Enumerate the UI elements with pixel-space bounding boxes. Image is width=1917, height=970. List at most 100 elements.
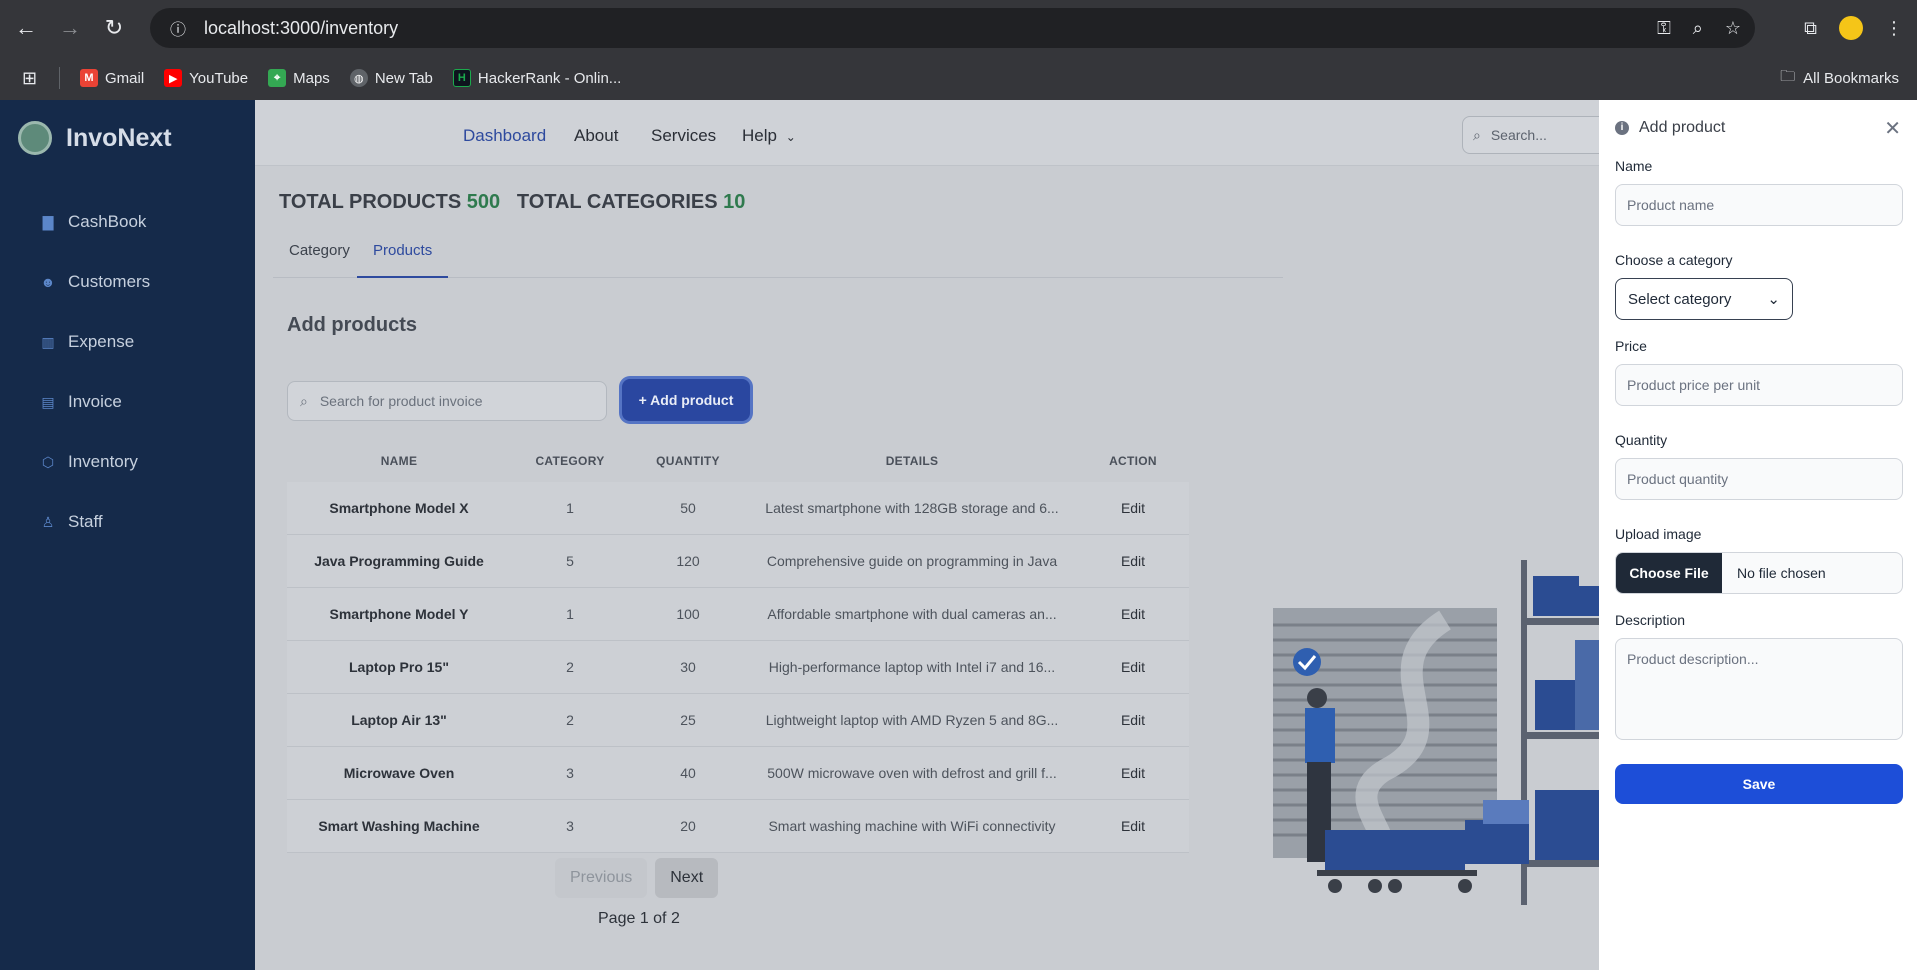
top-search-input[interactable]: ⌕ Search... — [1462, 116, 1622, 154]
product-search-input[interactable]: ⌕ Search for product invoice — [287, 381, 607, 421]
sidebar-item-customers[interactable]: ☻ Customers — [0, 252, 255, 312]
bookmark-label: HackerRank - Onlin... — [477, 69, 622, 87]
browser-toolbar: ← → ↻ ⓘ localhost:3000/inventory ⚿ ⌕ ☆ ⧉… — [0, 0, 1917, 56]
nav-dashboard[interactable]: Dashboard — [463, 126, 546, 146]
tab-category[interactable]: Category — [273, 236, 366, 278]
section-title: Add products — [287, 314, 417, 336]
reload-icon[interactable]: ↻ — [92, 6, 136, 50]
edit-button[interactable]: Edit — [1077, 818, 1189, 834]
quantity-label: Quantity — [1615, 432, 1668, 448]
cell-name: Laptop Air 13" — [351, 712, 447, 728]
password-key-icon[interactable]: ⚿ — [1657, 18, 1671, 39]
next-button[interactable]: Next — [655, 858, 719, 898]
site-info-icon[interactable]: ⓘ — [158, 16, 198, 40]
youtube-icon: ▶ — [164, 69, 183, 87]
save-button[interactable]: Save — [1615, 764, 1903, 804]
url-text[interactable]: localhost:3000/inventory — [204, 18, 398, 39]
bookmark-star-icon[interactable]: ☆ — [1725, 18, 1741, 39]
add-product-drawer: i Add product ✕ Name Product name Choose… — [1599, 100, 1917, 970]
forward-icon[interactable]: → — [48, 6, 92, 50]
edit-button[interactable]: Edit — [1077, 500, 1189, 516]
brand[interactable]: InvoNext — [0, 100, 255, 176]
tabs: Category Products — [273, 236, 1283, 278]
profile-avatar[interactable] — [1839, 16, 1863, 40]
edit-button[interactable]: Edit — [1077, 553, 1189, 569]
file-icon: ▤ — [41, 394, 55, 410]
chevron-down-icon: ⌄ — [1767, 291, 1780, 308]
add-product-button[interactable]: + Add product — [622, 379, 750, 421]
cell-details: Latest smartphone with 128GB storage and… — [765, 500, 1059, 516]
box-icon: ⬡ — [41, 454, 55, 470]
sidebar-item-label: Inventory — [68, 452, 138, 471]
upload-image-input[interactable]: Choose File No file chosen — [1615, 552, 1903, 594]
table-row: Smartphone Model Y 1 100 Affordable smar… — [287, 588, 1189, 641]
top-search-placeholder: Search... — [1490, 127, 1547, 143]
top-nav: Dashboard About Services Help ⌄ ⌕ Search… — [255, 100, 1622, 166]
choose-file-button[interactable]: Choose File — [1616, 553, 1722, 593]
extensions-icon[interactable]: ⧉ — [1804, 18, 1817, 39]
cell-quantity: 120 — [676, 553, 700, 569]
menu-kebab-icon[interactable]: ⋮ — [1885, 18, 1903, 39]
bookmark-hackerrank[interactable]: H HackerRank - Onlin... — [452, 69, 622, 87]
search-icon: ⌕ — [1473, 126, 1481, 143]
product-name-placeholder: Product name — [1627, 197, 1715, 213]
sidebar-item-invoice[interactable]: ▤ Invoice — [0, 372, 255, 432]
bookmark-label: Gmail — [105, 69, 145, 87]
edit-button[interactable]: Edit — [1077, 606, 1189, 622]
sidebar-item-label: CashBook — [68, 212, 147, 231]
cell-details: High-performance laptop with Intel i7 an… — [768, 659, 1056, 675]
totals: TOTAL PRODUCTS 500 TOTAL CATEGORIES 10 — [279, 191, 745, 214]
tab-products[interactable]: Products — [357, 236, 449, 278]
search-icon: ⌕ — [300, 392, 308, 409]
users-icon: ☻ — [40, 274, 56, 290]
close-icon[interactable]: ✕ — [1884, 116, 1901, 141]
address-bar[interactable]: ⓘ localhost:3000/inventory ⚿ ⌕ ☆ — [150, 8, 1755, 48]
bookmark-gmail[interactable]: M Gmail — [80, 69, 144, 87]
cell-category: 2 — [566, 659, 574, 675]
sidebar-item-cashbook[interactable]: ▇ CashBook — [0, 192, 255, 252]
cell-name: Smart Washing Machine — [318, 818, 480, 834]
sidebar-item-label: Customers — [68, 272, 151, 291]
info-icon: i — [1615, 121, 1629, 135]
sidebar-item-expense[interactable]: ▥ Expense — [0, 312, 255, 372]
quantity-input[interactable]: Product quantity — [1615, 458, 1903, 500]
cell-name: Smartphone Model Y — [329, 606, 469, 622]
price-input[interactable]: Product price per unit — [1615, 364, 1903, 406]
hackerrank-icon: H — [452, 69, 471, 87]
nav-about[interactable]: About — [574, 126, 618, 146]
cell-details: Affordable smartphone with dual cameras … — [767, 606, 1057, 622]
total-categories-label: TOTAL CATEGORIES — [516, 191, 718, 213]
table-row: Laptop Pro 15" 2 30 High-performance lap… — [287, 641, 1189, 694]
edit-button[interactable]: Edit — [1077, 765, 1189, 781]
warehouse-illustration — [1273, 560, 1599, 905]
cell-category: 3 — [566, 765, 574, 781]
gmail-icon: M — [80, 69, 98, 87]
edit-button[interactable]: Edit — [1077, 659, 1189, 675]
sidebar-item-staff[interactable]: ♙ Staff — [0, 492, 255, 552]
zoom-icon[interactable]: ⌕ — [1693, 18, 1703, 39]
page-info: Page 1 of 2 — [598, 910, 680, 927]
book-icon: ▇ — [42, 214, 54, 230]
quantity-placeholder: Product quantity — [1627, 471, 1729, 487]
cell-name: Laptop Pro 15" — [349, 659, 449, 675]
apps-grid-icon[interactable]: ⊞ — [0, 67, 60, 89]
bookmark-new-tab[interactable]: ◍ New Tab — [349, 69, 433, 87]
back-icon[interactable]: ← — [4, 6, 48, 50]
cell-category: 3 — [566, 818, 574, 834]
nav-services[interactable]: Services — [651, 126, 716, 146]
sidebar-item-inventory[interactable]: ⬡ Inventory — [0, 432, 255, 492]
cell-quantity: 30 — [680, 659, 696, 675]
bookmark-youtube[interactable]: ▶ YouTube — [164, 69, 248, 87]
nav-help[interactable]: Help ⌄ — [742, 126, 796, 146]
edit-button[interactable]: Edit — [1077, 712, 1189, 728]
previous-button[interactable]: Previous — [555, 858, 648, 898]
description-textarea[interactable]: Product description... — [1615, 638, 1903, 740]
all-bookmarks[interactable]: 🗀 All Bookmarks — [1780, 66, 1899, 91]
header-category: CATEGORY — [535, 454, 605, 468]
cell-category: 2 — [566, 712, 574, 728]
chevron-down-icon: ⌄ — [785, 130, 796, 144]
category-select[interactable]: Select category ⌄ — [1615, 278, 1793, 320]
globe-icon: ◍ — [349, 69, 368, 87]
product-name-input[interactable]: Product name — [1615, 184, 1903, 226]
bookmark-maps[interactable]: ⌖ Maps — [268, 69, 330, 87]
